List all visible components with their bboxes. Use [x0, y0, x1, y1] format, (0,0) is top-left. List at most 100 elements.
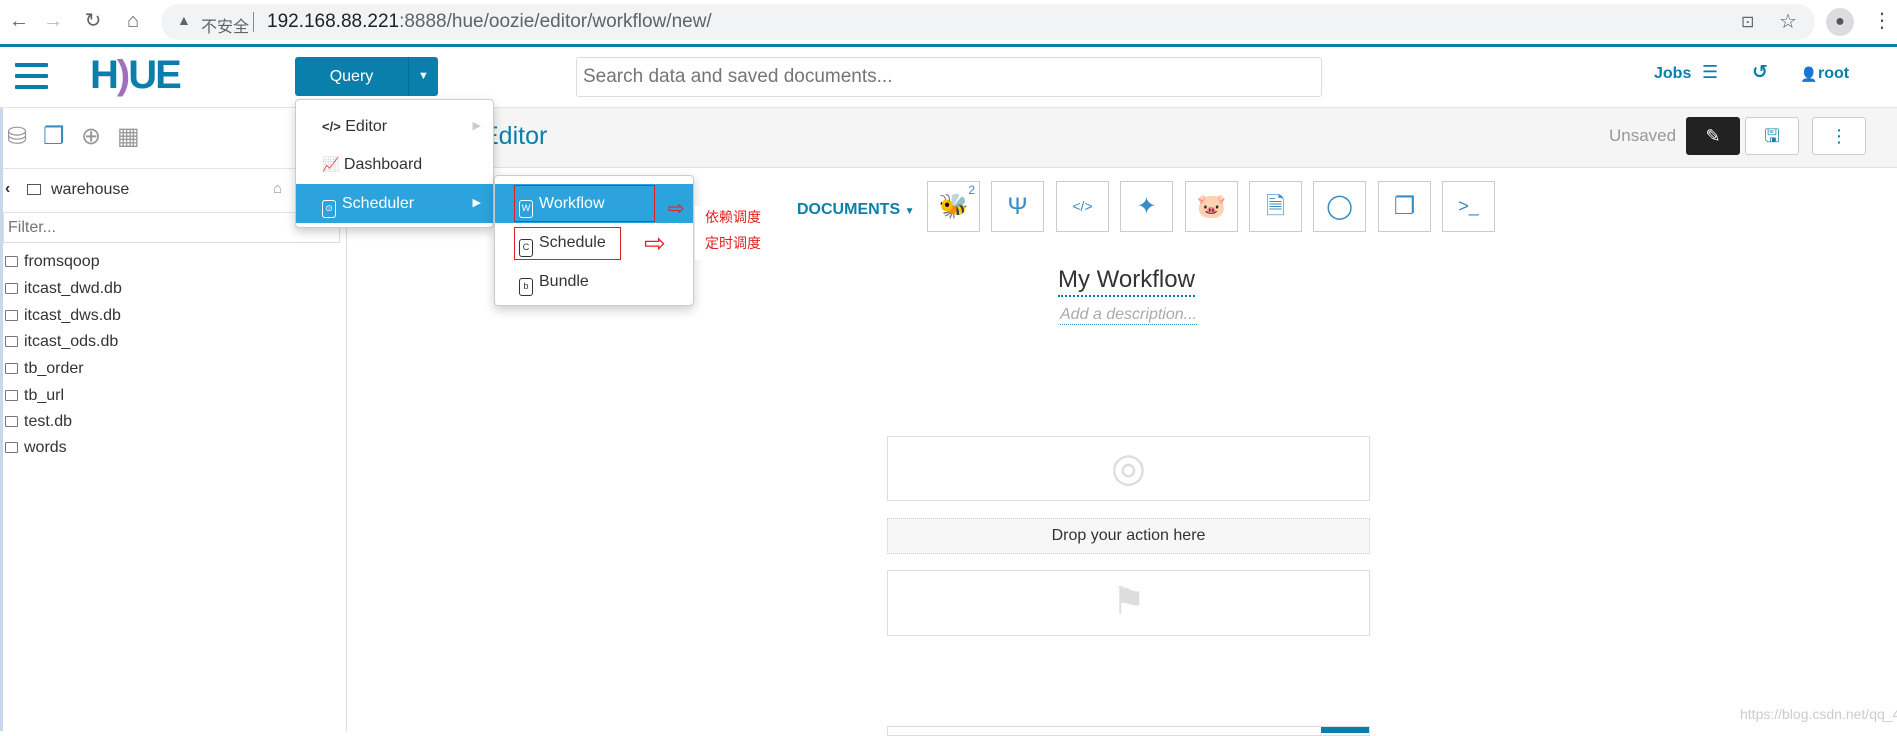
hive-icon: 🐝 [938, 193, 969, 220]
history-icon[interactable]: ↺ [1752, 61, 1768, 84]
save-button[interactable]: 🖫 [1745, 117, 1799, 155]
home-icon[interactable]: ⌂ [120, 8, 146, 34]
list-item[interactable]: test.db [5, 413, 72, 431]
item-label: itcast_dws.db [24, 307, 121, 324]
folder-icon [27, 184, 41, 195]
item-label: itcast_ods.db [24, 333, 119, 350]
reload-icon[interactable]: ↻ [80, 8, 106, 34]
caret-down-icon: ▼ [904, 206, 915, 217]
list-item[interactable]: tb_order [5, 360, 84, 378]
menu-item-editor[interactable]: </> Editor ▶ [296, 107, 493, 146]
sub-workflow-action[interactable]: ◯ [1313, 181, 1366, 232]
list-item[interactable]: itcast_dws.db [5, 307, 121, 325]
drop-label: Drop your action here [1051, 527, 1206, 544]
oozie-icon: ⊙ [322, 200, 336, 218]
more-options-button[interactable]: ⋮ [1812, 117, 1866, 155]
start-node[interactable]: ◎ [887, 436, 1370, 501]
star-icon[interactable]: ☆ [1779, 9, 1797, 34]
grid-icon[interactable]: ▦ [117, 122, 140, 151]
query-dropdown-menu: </> Editor ▶ 📈 Dashboard ⊙ Scheduler ▶ [295, 99, 494, 228]
folder-icon [5, 390, 18, 401]
kill-node[interactable] [887, 726, 1370, 736]
spark-icon: ✦ [1136, 193, 1157, 220]
hive-action[interactable]: 🐝 2 [927, 181, 980, 232]
forward-icon[interactable]: → [40, 8, 66, 34]
target-icon: ◎ [1111, 446, 1146, 490]
query-button[interactable]: Query [295, 57, 408, 96]
translate-icon[interactable]: ⊡ [1741, 12, 1754, 32]
divider [253, 12, 254, 32]
user-menu[interactable]: root [1818, 65, 1849, 83]
browser-menu-icon[interactable]: ⋮ [1872, 8, 1892, 34]
ssh-action[interactable]: >_ [1442, 181, 1495, 232]
search-zoom-icon[interactable]: ⊕ [81, 122, 101, 151]
item-label: words [24, 439, 67, 456]
list-item[interactable]: itcast_ods.db [5, 333, 118, 351]
annotation-schedule: 定时调度 [705, 233, 761, 253]
code-icon: </> [322, 119, 341, 134]
pig-action[interactable]: 🐷 [1185, 181, 1238, 232]
item-label: tb_url [24, 387, 65, 404]
list-item[interactable]: words [5, 439, 67, 457]
bundle-icon: b [519, 278, 533, 296]
search-input[interactable] [576, 57, 1322, 97]
flag-checkered-icon: ⚑ [1111, 581, 1146, 623]
list-item[interactable]: itcast_dwd.db [5, 280, 122, 298]
sub-workflow-icon: ◯ [1326, 193, 1353, 220]
back-chevron-icon[interactable]: ‹ [5, 180, 10, 198]
documents-icon[interactable]: ❐ [43, 122, 65, 151]
edit-button[interactable]: ✎ [1686, 117, 1740, 155]
list-item[interactable]: tb_url [5, 387, 64, 405]
arrow-right-icon: ⇨ [644, 228, 666, 258]
submenu-item-bundle[interactable]: b Bundle [495, 262, 693, 301]
query-button-group: Query ▼ [295, 57, 438, 96]
impala-action[interactable]: Ψ [991, 181, 1044, 232]
workflow-name[interactable]: My Workflow [1058, 266, 1195, 297]
workflow-description[interactable]: Add a description... [1060, 306, 1197, 325]
hamburger-menu-icon[interactable] [15, 63, 48, 89]
query-dropdown-toggle[interactable]: ▼ [408, 57, 438, 96]
documents-dropdown[interactable]: DOCUMENTS ▼ [797, 201, 914, 219]
address-bar[interactable]: ▲ 不安全 192.168.88.221:8888/hue/oozie/edit… [161, 4, 1815, 40]
caret-right-icon: ▶ [472, 120, 481, 132]
url-host: 192.168.88.221 [267, 11, 400, 32]
folder-icon [5, 310, 18, 321]
shell-action[interactable]: 🗎 [1249, 181, 1302, 232]
filter-input[interactable] [3, 213, 340, 243]
jobs-link[interactable]: Jobs [1654, 65, 1691, 83]
menu-label: Bundle [539, 273, 589, 290]
end-node[interactable]: ⚑ [887, 570, 1370, 636]
profile-avatar-icon[interactable]: ● [1826, 8, 1854, 36]
menu-label: Scheduler [342, 195, 415, 212]
copy-action[interactable]: ❐ [1378, 181, 1431, 232]
url-text[interactable]: 192.168.88.221:8888/hue/oozie/editor/wor… [267, 11, 712, 33]
save-status: Unsaved [1609, 126, 1677, 145]
node-tab [1321, 727, 1369, 733]
annotation-workflow: 依赖调度 [705, 207, 761, 227]
ssh-icon: >_ [1458, 196, 1479, 216]
home-icon[interactable]: ⌂ [273, 180, 282, 197]
list-item[interactable]: fromsqoop [5, 253, 100, 271]
jobs-list-icon[interactable]: ☰ [1702, 62, 1718, 83]
user-icon: 👤 [1800, 66, 1818, 82]
hue-logo[interactable]: H)UE [90, 53, 182, 98]
browser-toolbar: ← → ↻ ⌂ ▲ 不安全 192.168.88.221:8888/hue/oo… [0, 0, 1897, 44]
spark-action[interactable]: ✦ [1120, 181, 1173, 232]
pencil-icon: ✎ [1705, 126, 1721, 146]
folder-icon [5, 416, 18, 427]
menu-item-scheduler[interactable]: ⊙ Scheduler ▶ [296, 184, 493, 223]
chart-icon: 📈 [322, 156, 340, 172]
breadcrumb-current[interactable]: warehouse [51, 181, 129, 199]
back-icon[interactable]: ← [6, 8, 32, 34]
folder-icon [5, 283, 18, 294]
annotation-box-workflow [514, 185, 655, 222]
java-action[interactable]: </> [1056, 181, 1109, 232]
vertical-dots-icon: ⋮ [1830, 126, 1848, 146]
menu-label: Dashboard [343, 156, 423, 173]
insecure-label: 不安全 [201, 19, 250, 36]
menu-item-dashboard[interactable]: 📈 Dashboard [296, 145, 493, 184]
folder-icon [5, 336, 18, 347]
documents-label: DOCUMENTS [797, 201, 901, 218]
drop-zone[interactable]: Drop your action here [887, 518, 1370, 554]
database-icon[interactable]: ⛁ [7, 122, 27, 151]
